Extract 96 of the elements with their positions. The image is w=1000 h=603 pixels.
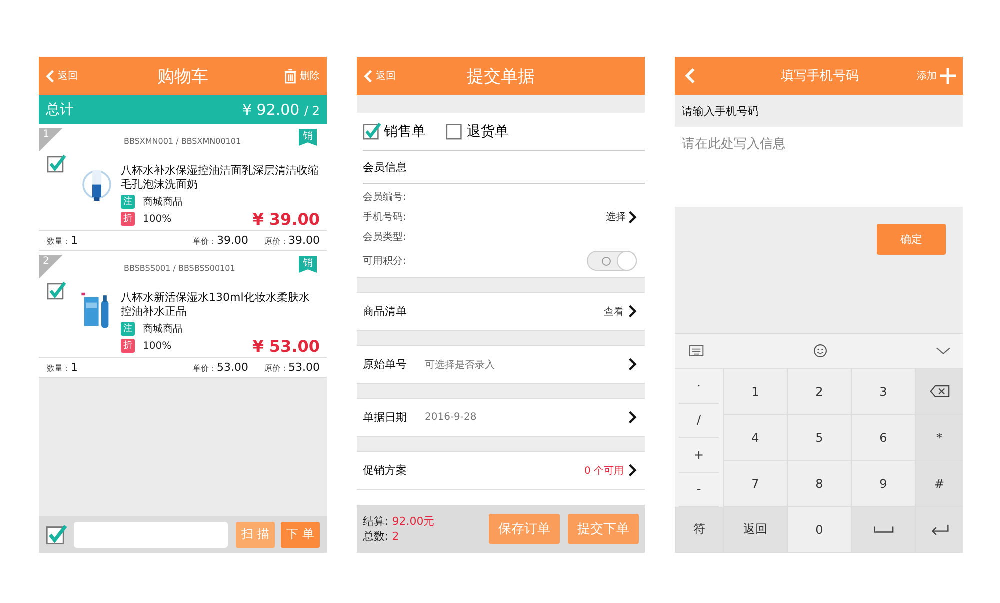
keyboard-key[interactable]: 返回 [723, 507, 787, 553]
unit-price-label: 单价： [193, 236, 217, 247]
total-amount: ¥ 92.00 / 2 [242, 100, 320, 118]
tag-label: 注 [121, 322, 135, 336]
tag-label: 折 [121, 339, 135, 353]
field-label: 会员编号: [363, 190, 408, 204]
trash-icon [284, 68, 297, 84]
total-count-label: 总数: [363, 530, 389, 543]
chevron-right-icon [628, 210, 637, 224]
screen-title: 填写手机号码 [780, 68, 860, 85]
plus-icon [940, 68, 956, 84]
settle-label: 结算: [363, 515, 389, 528]
chevron-right-icon [628, 410, 637, 425]
order-type-label: 退货单 [467, 122, 509, 140]
keyboard-key[interactable]: + [679, 438, 719, 472]
row-value: 2016-9-28 [425, 412, 477, 423]
chevron-right-icon [628, 357, 637, 372]
quantity: 1 [71, 234, 78, 247]
tag-text: 商城商品 [143, 322, 183, 336]
screen-title: 购物车 [156, 66, 210, 88]
unit-price: 53.00 [217, 361, 248, 374]
row-hint: 可选择是否录入 [425, 358, 495, 372]
tag-label: 折 [121, 212, 135, 226]
row-label: 商品清单 [363, 304, 407, 319]
sale-badge: 销 [299, 256, 317, 273]
settle-amount: 92.00元 [392, 515, 435, 528]
checkbox[interactable] [47, 154, 67, 174]
product-name: 八杯水补水保湿控油洁面乳深层清洁收缩毛孔泡沫洗面奶 [121, 164, 320, 192]
field-label: 手机号码: [363, 210, 408, 224]
enter-icon[interactable] [930, 523, 950, 536]
field-label: 会员类型: [363, 230, 408, 244]
chevron-right-icon [628, 304, 637, 319]
total-count: 2 [392, 530, 400, 543]
item-index: 1 [43, 129, 50, 140]
product-code: BBSXMN001 / BBSXMN00101 [124, 137, 242, 148]
chevron-right-icon [628, 463, 637, 478]
back-icon [46, 68, 55, 84]
original-price-label: 原价： [264, 363, 288, 374]
tag-text: 商城商品 [143, 196, 183, 209]
keyboard-key[interactable]: 1 [723, 369, 787, 415]
keyboard-icon[interactable] [689, 344, 704, 358]
product-name: 八杯水新活保湿水130ml化妆水柔肤水控油补水正品 [121, 291, 311, 319]
checkbox[interactable] [47, 281, 67, 301]
checkbox[interactable] [446, 122, 465, 141]
row-label: 单据日期 [363, 410, 407, 425]
row-action[interactable]: 查看 [604, 304, 624, 318]
checkbox[interactable] [46, 524, 68, 546]
keyboard-key[interactable]: 符 [675, 507, 723, 553]
unit-price-label: 单价： [193, 363, 217, 374]
keyboard-key[interactable]: 5 [787, 415, 851, 461]
toggle-switch[interactable] [587, 251, 637, 271]
keyboard-key[interactable]: 3 [851, 369, 915, 415]
prompt-text: 请输入手机号码 [675, 95, 963, 127]
quantity-label: 数量： [47, 364, 71, 373]
checkbox[interactable] [363, 122, 382, 141]
select-link[interactable]: 选择 [606, 210, 637, 224]
back-icon [364, 68, 373, 84]
corner-tab [39, 128, 63, 152]
back-icon[interactable] [685, 67, 696, 85]
keyboard-key[interactable]: 9 [851, 461, 915, 507]
product-code: BBSBSS001 / BBSBSS00101 [124, 264, 236, 275]
price: ¥ 53.00 [252, 337, 320, 356]
tag-text: 100% [143, 214, 172, 224]
backspace-icon[interactable] [930, 385, 950, 398]
unit-price: 39.00 [217, 234, 248, 247]
row-label: 原始单号 [363, 357, 407, 372]
original-price: 53.00 [288, 361, 320, 374]
order-type-label: 销售单 [384, 122, 426, 140]
sale-badge: 销 [299, 129, 317, 146]
keyboard-key[interactable]: * [915, 415, 963, 461]
total-label: 总计 [46, 100, 74, 118]
input-field[interactable] [74, 522, 228, 548]
keyboard-key[interactable]: # [915, 461, 963, 507]
item-index: 2 [43, 256, 50, 267]
original-price-label: 原价： [264, 236, 288, 247]
original-price: 39.00 [288, 234, 320, 247]
keyboard-key[interactable]: / [679, 404, 719, 438]
quantity-label: 数量： [47, 237, 71, 246]
keyboard-key[interactable]: 7 [723, 461, 787, 507]
tag-text: 100% [143, 340, 172, 352]
emoji-icon[interactable] [812, 344, 828, 358]
keyboard-key[interactable]: 4 [723, 415, 787, 461]
keyboard-key[interactable]: 2 [787, 369, 851, 415]
screen-title: 提交单据 [466, 66, 536, 88]
field-label: 可用积分: [363, 255, 406, 268]
corner-tab [39, 255, 63, 279]
price: ¥ 39.00 [252, 210, 320, 229]
row-action[interactable]: 0 个可用 [584, 464, 624, 478]
tag-label: 注 [121, 195, 135, 209]
keyboard-key[interactable]: 6 [851, 415, 915, 461]
row-label: 促销方案 [363, 463, 407, 478]
keyboard-key[interactable]: 8 [787, 461, 851, 507]
keyboard-key[interactable]: · [679, 369, 719, 404]
keyboard-key[interactable]: 0 [787, 507, 851, 553]
section-title: 会员信息 [363, 160, 407, 174]
quantity: 1 [71, 361, 78, 374]
